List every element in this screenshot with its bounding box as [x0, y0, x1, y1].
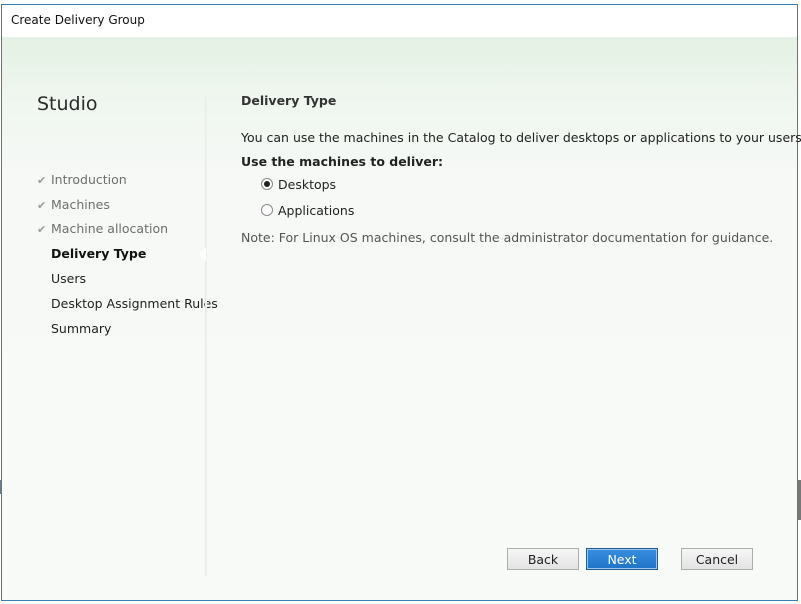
dialog-window: Create Delivery Group Studio ✔ Introducti…: [1, 4, 801, 601]
check-icon: ✔: [37, 174, 47, 187]
step-label: Summary: [51, 321, 112, 336]
radio-desktops[interactable]: Desktops: [261, 174, 336, 194]
step-delivery-type[interactable]: ✔Delivery Type: [2, 242, 146, 266]
step-label: Delivery Type: [51, 246, 147, 261]
wizard-sidebar: Studio ✔ Introduction ✔ Machines ✔ Machine …: [2, 37, 218, 580]
check-icon: ✔: [37, 199, 47, 212]
step-label: Desktop Assignment Rules: [51, 296, 218, 311]
step-label: Machines: [51, 197, 110, 212]
step-label: Machine allocation: [51, 221, 169, 236]
cancel-button[interactable]: Cancel: [681, 548, 753, 570]
radio-label: Applications: [278, 202, 355, 218]
radio-button-unchecked[interactable]: [261, 204, 273, 216]
check-icon: ✔: [37, 223, 47, 236]
dialog-content: Studio ✔ Introduction ✔ Machines ✔ Machine …: [2, 37, 801, 600]
radio-button-checked[interactable]: [261, 178, 273, 190]
deliver-label: Use the machines to deliver:: [241, 154, 444, 169]
step-label: Introduction: [51, 172, 127, 187]
description-text: You can use the machines in the Catalog …: [241, 130, 801, 145]
back-button[interactable]: Back: [507, 548, 579, 570]
main-panel: Delivery Type You can use the machines i…: [241, 37, 801, 600]
sidebar-divider: [205, 95, 207, 576]
linux-note: Note: For Linux OS machines, consult the…: [241, 230, 774, 245]
step-summary: ✔Summary: [2, 317, 111, 341]
step-introduction[interactable]: ✔ Introduction: [2, 168, 127, 192]
step-desktop-assignment-rules: ✔Desktop Assignment Rules: [2, 292, 218, 316]
window-title: Create Delivery Group: [11, 13, 145, 27]
radio-label: Desktops: [278, 176, 337, 192]
title-bar[interactable]: Create Delivery Group: [2, 5, 797, 37]
step-machines[interactable]: ✔ Machines: [2, 193, 110, 217]
step-machine-allocation[interactable]: ✔ Machine allocation: [2, 217, 168, 241]
radio-applications[interactable]: Applications: [261, 200, 354, 220]
step-label: Users: [51, 271, 87, 286]
next-button[interactable]: Next: [586, 548, 658, 570]
studio-brand: Studio: [37, 93, 98, 115]
current-step-pointer: [199, 247, 206, 261]
step-users: ✔Users: [2, 267, 86, 291]
page-title: Delivery Type: [241, 93, 337, 108]
